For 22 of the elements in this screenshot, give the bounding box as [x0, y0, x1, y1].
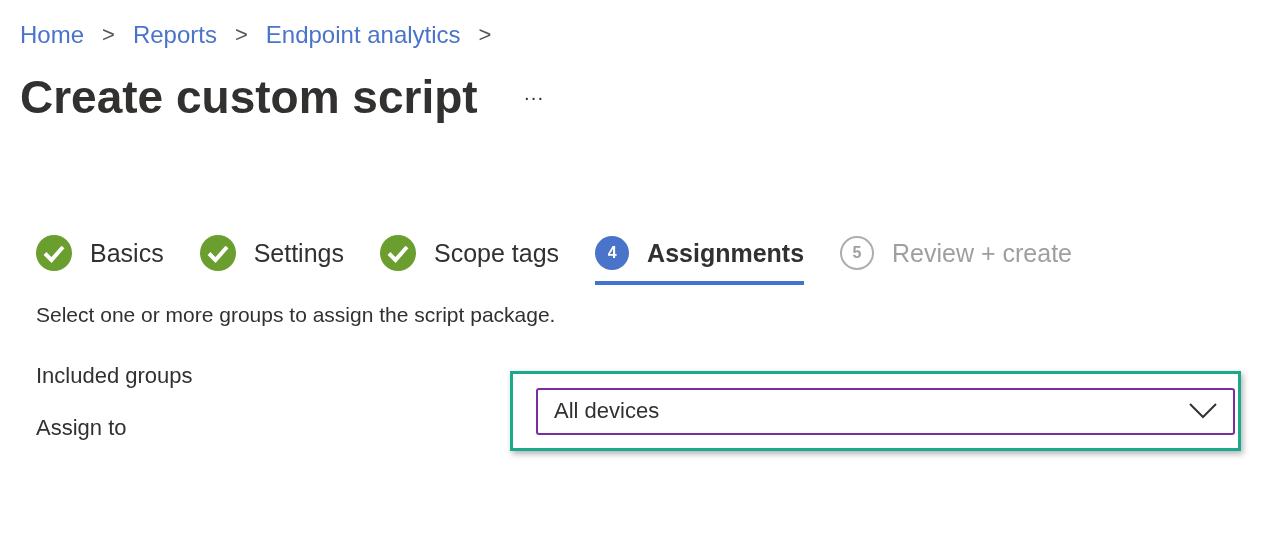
more-button[interactable]: ··· [519, 85, 548, 109]
wizard-step[interactable]: Basics [36, 229, 164, 285]
wizard-step[interactable]: 4 Assignments [595, 229, 805, 285]
field-label: Assign to [36, 415, 128, 441]
breadcrumb-separator: > [478, 22, 492, 48]
section-label: Included groups [36, 363, 194, 389]
step-number: 4 [595, 236, 630, 270]
breadcrumb-link[interactable]: Endpoint analytics [265, 21, 461, 49]
description: Select one or more groups to assign the script package. [35, 302, 557, 327]
assign-dropdown[interactable]: All devices [536, 387, 1235, 435]
page-title: Create custom script [20, 70, 478, 124]
step-number: 5 [840, 236, 875, 270]
check-circle-icon [36, 235, 72, 271]
check-circle-icon [199, 235, 236, 271]
wizard-step[interactable]: Settings [199, 229, 344, 285]
breadcrumb-link[interactable]: Home [20, 21, 85, 49]
breadcrumb-separator: > [102, 22, 115, 48]
breadcrumb-link[interactable]: Reports [132, 21, 217, 49]
check-circle-icon [380, 235, 416, 271]
wizard-step[interactable]: Scope tags [380, 229, 560, 285]
chevron-down-icon [1189, 403, 1217, 419]
breadcrumb-separator: > [234, 22, 248, 48]
